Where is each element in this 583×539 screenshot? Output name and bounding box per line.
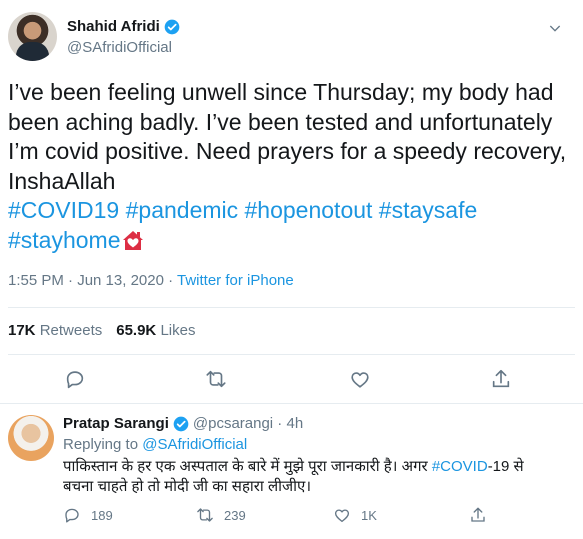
author-name[interactable]: Shahid Afridi <box>67 18 160 35</box>
hashtags-line[interactable]: #COVID19 #pandemic #hopenotout #staysafe <box>8 196 578 226</box>
source-link[interactable]: Twitter for iPhone <box>177 272 294 289</box>
reply-text: पाकिस्तान के हर एक अस्पताल के बारे में म… <box>63 457 563 497</box>
retweets-label: Retweets <box>39 322 103 339</box>
reply-icon[interactable] <box>64 368 86 390</box>
verified-badge-icon <box>164 19 180 34</box>
replying-to: Replying to @SAfridiOfficial <box>63 436 247 453</box>
tweet-stats: 17K Retweets 65.9K Likes <box>8 322 195 339</box>
retweet-icon[interactable] <box>205 368 227 390</box>
reply-text-segment: -19 से <box>487 458 524 475</box>
verified-badge-icon <box>173 416 189 431</box>
tweet-author-row: Shahid Afridi @SAfridiOfficial <box>8 12 583 64</box>
likes-count: 65.9K <box>116 322 157 339</box>
like-count: 1K <box>361 507 377 523</box>
reply-count: 189 <box>91 507 113 523</box>
like-icon[interactable] <box>349 368 371 390</box>
chevron-down-icon[interactable] <box>547 20 563 39</box>
reply-author-handle[interactable]: @pcsarangi · 4h <box>193 415 303 432</box>
avatar[interactable] <box>8 415 54 461</box>
like-icon <box>334 509 350 523</box>
reply-text-line: बचना चाहते हो तो मोदी जी का सहारा लीजीए। <box>63 478 312 495</box>
reply-text-segment: पाकिस्तान के हर एक अस्पताल के बारे में म… <box>63 458 432 475</box>
tweet-actions <box>0 368 583 394</box>
author-name-row[interactable]: Shahid Afridi <box>67 18 180 35</box>
hashtag-covid[interactable]: #COVID <box>432 458 488 475</box>
retweets-stat[interactable]: 17K Retweets <box>8 322 102 339</box>
tweet-text-line: I’ve been feeling unwell since Thursday;… <box>8 79 554 105</box>
share-icon[interactable] <box>490 368 512 390</box>
tweet-text-line: I’m covid positive. Need prayers for a s… <box>8 138 567 164</box>
reply-author-name[interactable]: Pratap Sarangi <box>63 415 169 432</box>
reply-retweet-button[interactable]: 239 <box>196 506 246 524</box>
reply-reply-button[interactable]: 189 <box>63 506 113 524</box>
replying-to-link[interactable]: @SAfridiOfficial <box>142 436 247 453</box>
reply-icon <box>65 508 79 523</box>
reply-tweet[interactable]: Pratap Sarangi @pcsarangi · 4h Replying … <box>0 405 583 539</box>
divider <box>8 307 575 308</box>
reply-text-line: पाकिस्तान के हर एक अस्पताल के बारे में म… <box>63 457 563 477</box>
tweet-text-line: InshaAllah <box>8 167 116 194</box>
reply-author-row: Pratap Sarangi @pcsarangi · 4h <box>63 415 303 432</box>
avatar[interactable] <box>8 12 57 61</box>
reply-actions: 189 239 1K <box>63 506 533 528</box>
divider <box>0 403 583 404</box>
likes-label: Likes <box>160 322 196 339</box>
reply-like-button[interactable]: 1K <box>333 506 377 524</box>
tweet-text-line: been aching badly. I’ve been tested and … <box>8 108 553 135</box>
replying-label: Replying to <box>63 436 143 453</box>
tweet-meta: 1:55 PM · Jun 13, 2020 · Twitter for iPh… <box>8 272 294 289</box>
divider <box>8 354 575 355</box>
house-heart-emoji-icon <box>122 230 143 250</box>
hashtags-line-2: #stayhome <box>8 226 578 256</box>
likes-stat[interactable]: 65.9K Likes <box>116 322 195 339</box>
reply-share-button[interactable] <box>469 506 487 524</box>
retweet-count: 239 <box>224 507 246 523</box>
retweets-count: 17K <box>8 322 36 339</box>
timestamp[interactable]: 1:55 PM · Jun 13, 2020 · <box>8 272 177 289</box>
hashtag-stayhome[interactable]: #stayhome <box>8 227 121 253</box>
author-handle[interactable]: @SAfridiOfficial <box>67 39 172 56</box>
retweet-icon <box>197 508 213 522</box>
tweet-text: I’ve been feeling unwell since Thursday;… <box>8 78 578 255</box>
share-icon <box>471 507 485 522</box>
